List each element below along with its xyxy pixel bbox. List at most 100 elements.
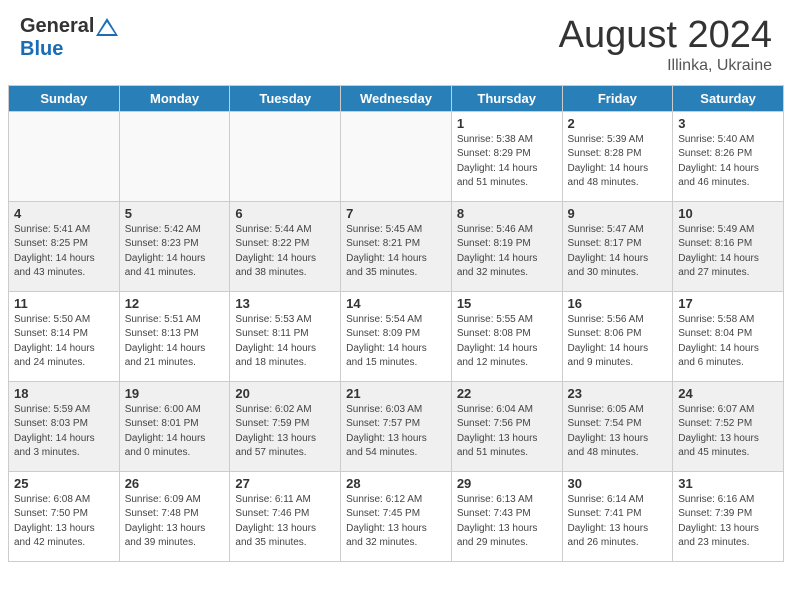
day-number: 25 [14, 476, 114, 491]
day-number: 16 [568, 296, 668, 311]
cell-info: Sunrise: 6:11 AMSunset: 7:46 PMDaylight:… [235, 493, 335, 551]
calendar-table: SundayMondayTuesdayWednesdayThursdayFrid… [8, 85, 784, 562]
calendar-row: 11 Sunrise: 5:50 AMSunset: 8:14 PMDayligh… [9, 291, 784, 381]
calendar-cell: 14Sunrise: 5:54 AMSunset: 8:09 PMDayligh… [341, 291, 452, 381]
calendar-row: 18 Sunrise: 5:59 AMSunset: 8:03 PMDayligh… [9, 381, 784, 471]
day-number: 15 [457, 296, 557, 311]
calendar-row: 1Sunrise: 5:38 AMSunset: 8:29 PMDaylight… [9, 111, 784, 201]
calendar-cell: 2 Sunrise: 5:39 AMSunset: 8:28 PMDaylight… [562, 111, 673, 201]
calendar-cell: 22 Sunrise: 6:04 AMSunset: 7:56 PMDayligh… [451, 381, 562, 471]
cell-info: Sunrise: 5:47 AMSunset: 8:17 PMDaylight:… [568, 223, 668, 281]
day-number: 9 [568, 206, 668, 221]
calendar-cell: 28Sunrise: 6:12 AMSunset: 7:45 PMDayligh… [341, 471, 452, 561]
calendar-cell: 20Sunrise: 6:02 AMSunset: 7:59 PMDayligh… [230, 381, 341, 471]
day-header-tuesday: Tuesday [230, 85, 341, 111]
cell-info: Sunrise: 6:16 AMSunset: 7:39 PMDaylight:… [678, 493, 778, 551]
day-number: 8 [457, 206, 557, 221]
day-number: 6 [235, 206, 335, 221]
day-number: 28 [346, 476, 446, 491]
day-number: 27 [235, 476, 335, 491]
day-number: 31 [678, 476, 778, 491]
calendar-cell [230, 111, 341, 201]
month-year: August 2024 [559, 15, 772, 57]
cell-info: Sunrise: 6:03 AMSunset: 7:57 PMDaylight:… [346, 403, 446, 461]
cell-info: Sunrise: 5:39 AMSunset: 8:28 PMDaylight:… [568, 133, 668, 191]
calendar-cell: 15 Sunrise: 5:55 AMSunset: 8:08 PMDayligh… [451, 291, 562, 381]
calendar-cell: 17 Sunrise: 5:58 AMSunset: 8:04 PMDayligh… [673, 291, 784, 381]
calendar-wrapper: SundayMondayTuesdayWednesdayThursdayFrid… [0, 85, 792, 570]
cell-info: Sunrise: 5:41 AMSunset: 8:25 PMDaylight:… [14, 223, 114, 281]
calendar-cell: 30Sunrise: 6:14 AMSunset: 7:41 PMDayligh… [562, 471, 673, 561]
day-number: 26 [125, 476, 225, 491]
calendar-cell: 13Sunrise: 5:53 AMSunset: 8:11 PMDayligh… [230, 291, 341, 381]
day-number: 11 [14, 296, 114, 311]
cell-info: Sunrise: 6:14 AMSunset: 7:41 PMDaylight:… [568, 493, 668, 551]
day-number: 10 [678, 206, 778, 221]
cell-info: Sunrise: 5:45 AMSunset: 8:21 PMDaylight:… [346, 223, 446, 281]
day-number: 22 [457, 386, 557, 401]
calendar-cell: 4 Sunrise: 5:41 AMSunset: 8:25 PMDaylight… [9, 201, 120, 291]
calendar-cell: 12Sunrise: 5:51 AMSunset: 8:13 PMDayligh… [119, 291, 230, 381]
day-number: 18 [14, 386, 114, 401]
cell-info: Sunrise: 5:55 AMSunset: 8:08 PMDaylight:… [457, 313, 557, 371]
day-number: 23 [568, 386, 668, 401]
cell-info: Sunrise: 6:09 AMSunset: 7:48 PMDaylight:… [125, 493, 225, 551]
day-number: 12 [125, 296, 225, 311]
day-number: 21 [346, 386, 446, 401]
cell-info: Sunrise: 6:04 AMSunset: 7:56 PMDaylight:… [457, 403, 557, 461]
calendar-cell: 21 Sunrise: 6:03 AMSunset: 7:57 PMDayligh… [341, 381, 452, 471]
cell-info: Sunrise: 5:58 AMSunset: 8:04 PMDaylight:… [678, 313, 778, 371]
day-number: 7 [346, 206, 446, 221]
cell-info: Sunrise: 5:59 AMSunset: 8:03 PMDaylight:… [14, 403, 114, 461]
cell-info: Sunrise: 6:07 AMSunset: 7:52 PMDaylight:… [678, 403, 778, 461]
day-header-sunday: Sunday [9, 85, 120, 111]
location: Illinka, Ukraine [559, 57, 772, 75]
cell-info: Sunrise: 6:08 AMSunset: 7:50 PMDaylight:… [14, 493, 114, 551]
day-header-wednesday: Wednesday [341, 85, 452, 111]
cell-info: Sunrise: 6:05 AMSunset: 7:54 PMDaylight:… [568, 403, 668, 461]
calendar-cell: 7 Sunrise: 5:45 AMSunset: 8:21 PMDaylight… [341, 201, 452, 291]
calendar-cell: 27 Sunrise: 6:11 AMSunset: 7:46 PMDayligh… [230, 471, 341, 561]
calendar-cell: 23 Sunrise: 6:05 AMSunset: 7:54 PMDayligh… [562, 381, 673, 471]
day-number: 24 [678, 386, 778, 401]
calendar-cell: 10Sunrise: 5:49 AMSunset: 8:16 PMDayligh… [673, 201, 784, 291]
cell-info: Sunrise: 5:46 AMSunset: 8:19 PMDaylight:… [457, 223, 557, 281]
day-number: 29 [457, 476, 557, 491]
calendar-cell: 8 Sunrise: 5:46 AMSunset: 8:19 PMDaylight… [451, 201, 562, 291]
calendar-body: 1Sunrise: 5:38 AMSunset: 8:29 PMDaylight… [9, 111, 784, 561]
calendar-cell [9, 111, 120, 201]
cell-info: Sunrise: 5:42 AMSunset: 8:23 PMDaylight:… [125, 223, 225, 281]
page-header: General Blue August 2024 Illinka, Ukrain… [0, 0, 792, 85]
day-header-thursday: Thursday [451, 85, 562, 111]
day-number: 20 [235, 386, 335, 401]
day-header-friday: Friday [562, 85, 673, 111]
day-number: 5 [125, 206, 225, 221]
cell-info: Sunrise: 6:13 AMSunset: 7:43 PMDaylight:… [457, 493, 557, 551]
calendar-cell [341, 111, 452, 201]
day-number: 14 [346, 296, 446, 311]
day-number: 3 [678, 116, 778, 131]
cell-info: Sunrise: 5:38 AMSunset: 8:29 PMDaylight:… [457, 133, 557, 191]
calendar-cell: 31 Sunrise: 6:16 AMSunset: 7:39 PMDayligh… [673, 471, 784, 561]
calendar-cell: 24 Sunrise: 6:07 AMSunset: 7:52 PMDayligh… [673, 381, 784, 471]
day-number: 17 [678, 296, 778, 311]
cell-info: Sunrise: 5:56 AMSunset: 8:06 PMDaylight:… [568, 313, 668, 371]
calendar-cell: 6Sunrise: 5:44 AMSunset: 8:22 PMDaylight… [230, 201, 341, 291]
day-header-monday: Monday [119, 85, 230, 111]
calendar-cell: 16 Sunrise: 5:56 AMSunset: 8:06 PMDayligh… [562, 291, 673, 381]
day-number: 13 [235, 296, 335, 311]
day-number: 2 [568, 116, 668, 131]
calendar-cell: 18 Sunrise: 5:59 AMSunset: 8:03 PMDayligh… [9, 381, 120, 471]
day-header-saturday: Saturday [673, 85, 784, 111]
calendar-row: 4 Sunrise: 5:41 AMSunset: 8:25 PMDaylight… [9, 201, 784, 291]
calendar-cell: 5 Sunrise: 5:42 AMSunset: 8:23 PMDaylight… [119, 201, 230, 291]
calendar-cell: 9 Sunrise: 5:47 AMSunset: 8:17 PMDaylight… [562, 201, 673, 291]
calendar-cell: 11 Sunrise: 5:50 AMSunset: 8:14 PMDayligh… [9, 291, 120, 381]
cell-info: Sunrise: 6:00 AMSunset: 8:01 PMDaylight:… [125, 403, 225, 461]
calendar-cell: 19Sunrise: 6:00 AMSunset: 8:01 PMDayligh… [119, 381, 230, 471]
day-number: 4 [14, 206, 114, 221]
cell-info: Sunrise: 5:50 AMSunset: 8:14 PMDaylight:… [14, 313, 114, 371]
logo-blue: Blue [20, 38, 63, 61]
calendar-cell: 3 Sunrise: 5:40 AMSunset: 8:26 PMDaylight… [673, 111, 784, 201]
cell-info: Sunrise: 5:40 AMSunset: 8:26 PMDaylight:… [678, 133, 778, 191]
